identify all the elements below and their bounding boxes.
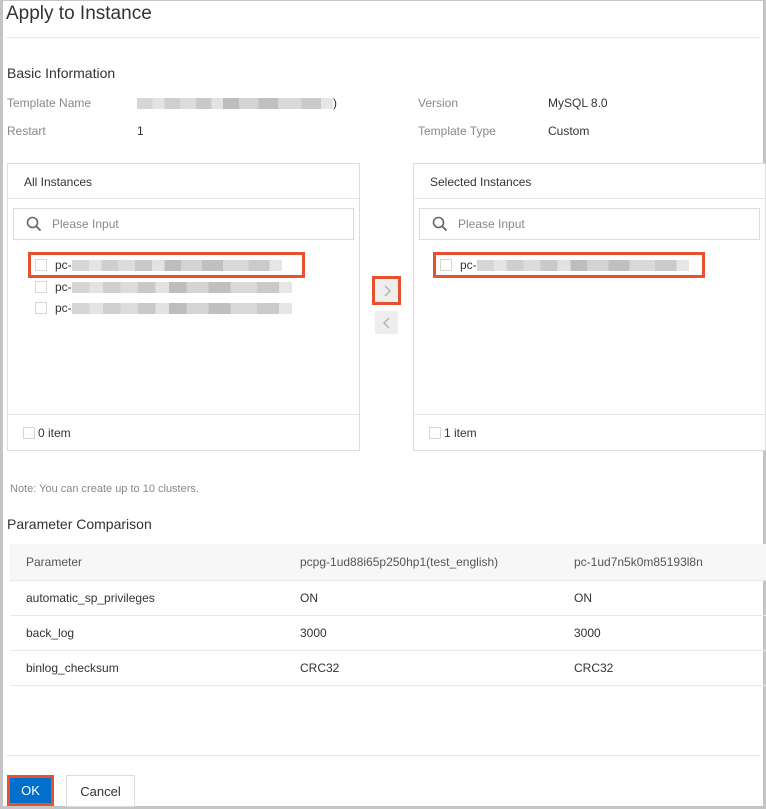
table-row: binlog_checksum CRC32 CRC32 [10,651,766,686]
redacted-text [137,98,333,110]
restart-label: Restart [7,124,46,138]
instance-id-prefix: pc- [55,258,72,272]
item-count: 0 item [38,425,71,440]
instance-id-prefix: pc- [460,258,477,272]
selected-instances-footer: 1 item [414,414,765,450]
instance-id-prefix: pc- [55,280,72,294]
move-right-button[interactable] [372,276,401,305]
footer-divider [6,755,760,756]
instance-checkbox[interactable] [35,302,47,314]
all-instances-search[interactable] [13,208,354,240]
all-instances-panel: All Instances pc- pc- pc- 0 item [7,163,360,451]
column-header-template: pcpg-1ud88i65p250hp1(test_english) [300,555,499,569]
version-label: Version [418,96,459,110]
apply-to-instance-dialog: Apply to Instance Basic Information Temp… [0,0,766,809]
parameter-comparison-heading: Parameter Comparison [7,516,152,532]
move-left-button[interactable] [375,311,398,334]
chevron-left-icon [382,316,390,329]
redacted-text [476,259,689,271]
instance-checkbox[interactable] [440,259,452,271]
template-type-value: Custom [548,124,590,138]
instance-value: CRC32 [574,661,614,675]
instance-value: ON [574,591,592,605]
ok-button[interactable]: OK [7,775,54,806]
table-row: back_log 3000 3000 [10,616,766,651]
selected-instance-list-item[interactable]: pc- [433,252,705,278]
instance-checkbox[interactable] [35,281,47,293]
template-value: 3000 [300,626,327,640]
instance-value: 3000 [574,626,601,640]
instance-checkbox[interactable] [35,259,47,271]
search-icon [432,216,448,232]
chevron-right-icon [383,284,391,297]
redacted-text [71,302,292,314]
instance-list-item[interactable]: pc- [28,252,305,278]
search-icon [26,216,42,232]
cluster-limit-note: Note: You can create up to 10 clusters. [10,483,199,495]
select-all-checkbox[interactable] [429,426,441,439]
column-header-instance: pc-1ud7n5k0m85193l8n [574,555,703,569]
template-name-value: ) [137,96,337,110]
instance-list-item[interactable]: pc- [35,298,292,318]
cancel-button[interactable]: Cancel [66,775,135,807]
item-count: 1 item [444,425,477,440]
column-header-parameter: Parameter [26,555,83,569]
all-instances-title: All Instances [8,164,359,199]
template-name-suffix: ) [333,96,337,110]
dialog-title: Apply to Instance [6,3,152,24]
select-all-checkbox[interactable] [23,426,35,439]
redacted-text [71,281,292,293]
selected-instances-search-input[interactable] [458,209,755,239]
version-value: MySQL 8.0 [548,96,608,110]
table-header-row: Parameter pcpg-1ud88i65p250hp1(test_engl… [10,544,766,581]
instance-list-item[interactable]: pc- [35,277,292,297]
parameter-name: back_log [26,626,75,640]
table-row: automatic_sp_privileges ON ON [10,581,766,616]
selected-instances-title: Selected Instances [414,164,765,199]
parameter-name: binlog_checksum [26,661,119,675]
instance-id-prefix: pc- [55,301,72,315]
basic-information-heading: Basic Information [7,65,116,81]
parameter-name: automatic_sp_privileges [26,591,155,605]
template-value: ON [300,591,318,605]
selected-instances-panel: Selected Instances pc- 1 item [413,163,766,451]
selected-instances-search[interactable] [419,208,760,240]
template-name-label: Template Name [7,96,92,110]
title-divider [6,37,760,38]
parameter-comparison-table: Parameter pcpg-1ud88i65p250hp1(test_engl… [10,544,766,686]
template-type-label: Template Type [418,124,496,138]
template-value: CRC32 [300,661,340,675]
restart-value: 1 [137,124,144,138]
all-instances-footer: 0 item [8,414,359,450]
all-instances-search-input[interactable] [52,209,349,239]
redacted-text [71,259,282,271]
